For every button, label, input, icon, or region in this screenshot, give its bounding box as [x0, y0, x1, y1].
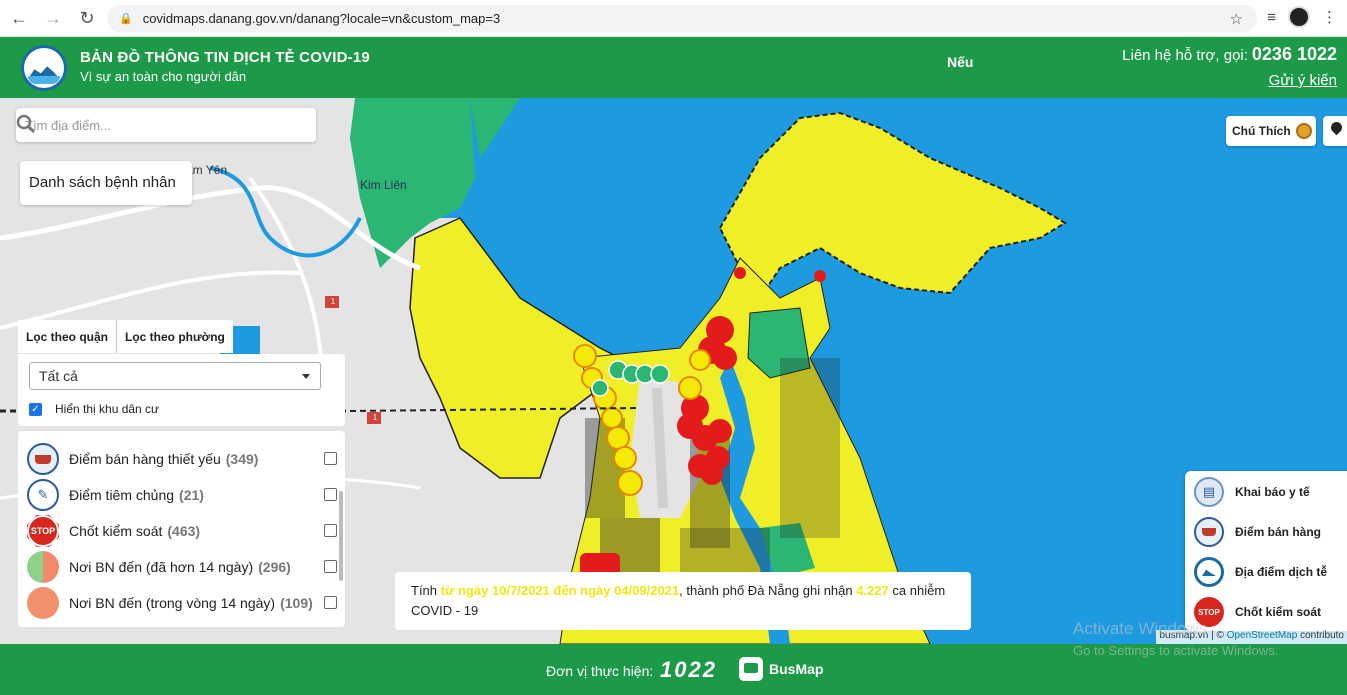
- support-phone[interactable]: 0236 1022: [1252, 44, 1337, 64]
- medical-declaration-icon: ▤: [1194, 477, 1224, 507]
- road-number-label: 1: [330, 297, 336, 306]
- back-arrow-icon[interactable]: ←: [4, 3, 34, 33]
- search-box[interactable]: Tìm địa điểm...: [16, 108, 316, 142]
- list-item[interactable]: Nơi BN đến (đã hơn 14 ngày) (296): [18, 549, 345, 585]
- tab-filter-ward[interactable]: Lọc theo phường: [117, 320, 233, 353]
- layer-name: Nơi BN đến (trong vòng 14 ngày): [69, 595, 276, 611]
- search-input[interactable]: Tìm địa điểm...: [25, 118, 111, 133]
- attrib-contrib: contributo: [1300, 630, 1344, 641]
- menu-dots-icon[interactable]: ⋮: [1322, 8, 1337, 26]
- location-pin-icon: [1328, 119, 1345, 136]
- app-header: BẢN ĐỒ THÔNG TIN DỊCH TỄ COVID-19 Vì sự …: [0, 37, 1347, 98]
- half-circle-icon: [27, 551, 59, 583]
- busmap-logo[interactable]: BusMap: [739, 657, 823, 681]
- chevron-down-icon: [302, 374, 310, 379]
- filter-tabs: Lọc theo quận Lọc theo phường: [18, 320, 233, 353]
- lock-icon: 🔒: [119, 13, 133, 25]
- stop-icon: STOP: [27, 515, 59, 547]
- list-item[interactable]: ✎ Điểm tiêm chủng (21): [18, 477, 345, 513]
- quick-label: Địa điểm dịch tễ: [1235, 565, 1328, 579]
- app-title: BẢN ĐỒ THÔNG TIN DỊCH TỄ COVID-19: [80, 49, 370, 66]
- patient-list-button[interactable]: Danh sách bệnh nhân: [20, 161, 192, 205]
- layer-count: (463): [167, 523, 201, 539]
- quick-label: Chốt kiểm soát: [1235, 605, 1322, 619]
- quick-label: Điểm bán hàng: [1235, 525, 1322, 539]
- filter-panel: Tất cả ✓ Hiển thị khu dân cư: [18, 354, 345, 426]
- watermark-line1: Activate Windows: [1073, 619, 1208, 638]
- busmap-label: BusMap: [769, 661, 824, 677]
- orange-circle-icon: [27, 587, 59, 619]
- bus-icon: [739, 657, 763, 681]
- quick-medical-declaration[interactable]: ▤ Khai báo y tế: [1194, 474, 1310, 510]
- layer-list-scrollbar[interactable]: [339, 491, 343, 581]
- bookmark-star-icon[interactable]: ☆: [1230, 10, 1243, 28]
- legend-button[interactable]: Chú Thích: [1226, 116, 1316, 146]
- vaccine-icon: ✎: [27, 479, 59, 511]
- list-item[interactable]: STOP Chốt kiểm soát (463): [18, 513, 345, 549]
- summary-case-count: 4.227: [856, 583, 889, 598]
- layer-count: (349): [225, 451, 259, 467]
- summary-date-range: từ ngày 10/7/2021 đến ngày 04/09/2021: [440, 583, 680, 598]
- layer-name: Điểm tiêm chủng: [69, 487, 175, 503]
- browser-toolbar: ← → ↻ 🔒 covidmaps.danang.gov.vn/danang?l…: [0, 0, 1347, 37]
- support-contact: Liên hệ hỗ trợ, gọi: 0236 1022: [1122, 44, 1337, 65]
- reload-icon[interactable]: ↻: [72, 3, 102, 33]
- layer-checkbox[interactable]: [324, 524, 337, 537]
- watermark-line2: Go to Settings to activate Windows.: [1073, 643, 1279, 658]
- district-select-value: Tất cả: [39, 368, 78, 384]
- danang-logo-icon[interactable]: [21, 45, 67, 91]
- layer-count: (21): [179, 487, 204, 503]
- layer-count: (109): [280, 595, 313, 611]
- feedback-link[interactable]: Gửi ý kiến: [1269, 72, 1337, 89]
- layer-name: Nơi BN đến (đã hơn 14 ngày): [69, 559, 254, 575]
- header-center-label: Nếu: [947, 54, 974, 70]
- summary-middle: , thành phố Đà Nẵng ghi nhận: [679, 583, 853, 598]
- layer-list: Điểm bán hàng thiết yếu (349) ✎ Điểm tiêm…: [18, 431, 345, 627]
- tab-filter-district[interactable]: Lọc theo quận: [18, 320, 117, 353]
- forward-arrow-icon[interactable]: →: [38, 3, 68, 33]
- legend-label: Chú Thích: [1232, 124, 1291, 138]
- show-residential-label: Hiển thị khu dân cư: [55, 402, 160, 416]
- list-item[interactable]: Nơi BN đến (trong vòng 14 ngày) (109): [18, 585, 345, 621]
- map-canvas[interactable]: am Yên Kim Liên 1 1 Tìm địa điểm... Danh…: [0, 98, 1347, 644]
- checkbox-checked[interactable]: ✓: [29, 402, 42, 416]
- case-summary: Tính từ ngày 10/7/2021 đến ngày 04/09/20…: [395, 572, 971, 630]
- my-location-button[interactable]: [1323, 116, 1347, 146]
- danang-logo-icon: [1194, 557, 1224, 587]
- profile-avatar[interactable]: [1288, 6, 1310, 28]
- layer-checkbox[interactable]: [324, 452, 337, 465]
- address-bar[interactable]: 🔒 covidmaps.danang.gov.vn/danang?locale=…: [107, 5, 1257, 32]
- logo-1022[interactable]: 1022: [660, 657, 717, 683]
- road-number-label-2: 1: [372, 413, 378, 422]
- quick-shops[interactable]: Điểm bán hàng: [1194, 514, 1321, 550]
- quick-actions-panel: ▤ Khai báo y tế Điểm bán hàng Địa điểm d…: [1185, 471, 1347, 631]
- quick-epidemic-places[interactable]: Địa điểm dịch tễ: [1194, 554, 1327, 590]
- layer-name: Điểm bán hàng thiết yếu: [69, 451, 221, 467]
- district-select[interactable]: Tất cả: [29, 362, 321, 390]
- app-subtitle: Vì sự an toàn cho người dân: [80, 69, 247, 84]
- layer-name: Chốt kiểm soát: [69, 523, 163, 539]
- basket-icon: [1194, 517, 1224, 547]
- layer-checkbox[interactable]: [324, 596, 337, 609]
- search-icon[interactable]: [16, 114, 36, 134]
- layer-count: (296): [258, 559, 291, 575]
- summary-prefix: Tính: [411, 583, 438, 598]
- layer-checkbox[interactable]: [324, 560, 337, 573]
- place-label-nam-yen: am Yên: [186, 163, 228, 177]
- show-residential-toggle[interactable]: ✓ Hiển thị khu dân cư: [29, 402, 159, 416]
- quick-label: Khai báo y tế: [1235, 485, 1310, 499]
- list-item[interactable]: Điểm bán hàng thiết yếu (349): [18, 441, 345, 477]
- place-label-kim-lien: Kim Liên: [360, 178, 407, 192]
- os-activation-watermark: Activate Windows Go to Settings to activ…: [1073, 618, 1278, 662]
- url-text: covidmaps.danang.gov.vn/danang?locale=vn…: [142, 11, 501, 26]
- basket-icon: [27, 443, 59, 475]
- footer-label: Đơn vị thực hiện:: [546, 663, 654, 679]
- contact-prefix: Liên hệ hỗ trợ, gọi:: [1122, 47, 1248, 64]
- layer-checkbox[interactable]: [324, 488, 337, 501]
- palette-icon: [1295, 123, 1312, 139]
- reading-list-icon[interactable]: ≡: [1267, 9, 1276, 26]
